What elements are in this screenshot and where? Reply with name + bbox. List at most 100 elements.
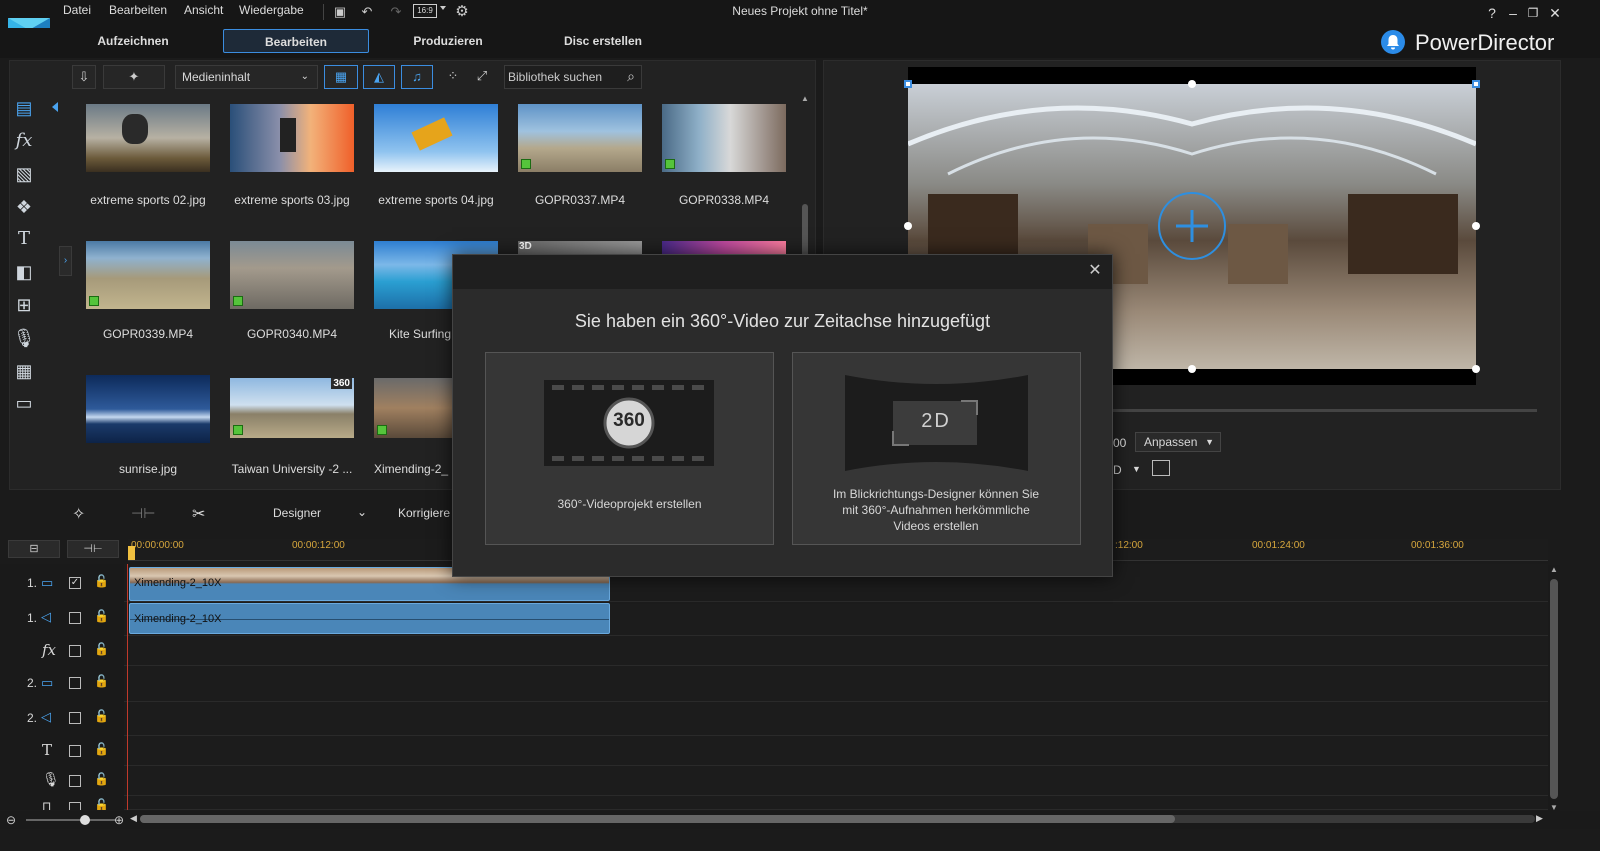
scroll-left-icon[interactable]: ◀ — [130, 813, 137, 824]
lock-icon[interactable]: 🔓 — [94, 674, 109, 688]
media-content-dropdown[interactable]: Medieninhalt ⌄ — [175, 65, 318, 89]
lock-icon[interactable]: 🔓 — [94, 642, 109, 656]
timeline-vertical-scroll-thumb[interactable] — [1550, 579, 1558, 799]
media-thumbnail[interactable] — [374, 378, 452, 438]
track-enable-checkbox[interactable] — [69, 745, 81, 757]
resize-handle[interactable] — [904, 222, 912, 230]
chevron-down-icon: ⌄ — [300, 71, 309, 82]
video-clip-badge-icon — [521, 159, 531, 169]
resize-handle[interactable] — [1188, 80, 1196, 88]
media-thumbnail[interactable] — [86, 375, 210, 443]
magic-tools-icon[interactable]: ✧ — [72, 504, 85, 524]
track-enable-checkbox[interactable] — [69, 775, 81, 787]
close-window-button[interactable]: ✕ — [1543, 2, 1567, 24]
media-name: Ximending-2_ — [374, 462, 449, 476]
ruler-tick: :12:00 — [1115, 540, 1143, 551]
chapter-room-icon[interactable]: ▦ — [12, 359, 36, 383]
scroll-right-icon[interactable]: ▶ — [1536, 813, 1543, 824]
lock-icon[interactable]: 🔓 — [94, 574, 109, 588]
track-enable-checkbox[interactable] — [69, 712, 81, 724]
tab-create-disc[interactable]: Disc erstellen — [535, 29, 671, 53]
media-thumbnail[interactable] — [662, 104, 786, 172]
zoom-fit-dropdown[interactable]: Anpassen ▼ — [1135, 432, 1221, 452]
resize-handle[interactable] — [904, 80, 912, 88]
title-room-icon[interactable]: T — [12, 227, 36, 251]
lock-icon[interactable]: 🔓 — [94, 709, 109, 723]
restore-button[interactable]: ❐ — [1521, 2, 1545, 24]
lock-icon[interactable]: 🔓 — [94, 609, 109, 623]
track-enable-checkbox[interactable] — [69, 677, 81, 689]
playback-seekbar[interactable] — [1113, 409, 1537, 412]
zoom-fit-value: Anpassen — [1144, 435, 1198, 449]
resize-handle[interactable] — [1472, 365, 1480, 373]
subtitle-room-icon[interactable]: ▭ — [12, 391, 36, 415]
transition-room-icon[interactable]: ◧ — [12, 260, 36, 284]
search-placeholder: Bibliothek suchen — [508, 70, 603, 84]
resize-handle[interactable] — [1472, 80, 1480, 88]
media-thumbnail[interactable] — [518, 104, 642, 172]
expand-panel-icon[interactable]: › — [59, 246, 72, 276]
filter-audio-icon[interactable]: ♫ — [401, 65, 433, 89]
zoom-in-icon[interactable]: ⊕ — [114, 813, 124, 827]
audio-mixing-icon[interactable]: ⊞ — [12, 293, 36, 317]
designer-button[interactable]: Designer — [273, 506, 321, 520]
track-title — [0, 736, 1548, 766]
playhead-marker-icon[interactable] — [128, 546, 135, 560]
chevron-down-icon[interactable]: ⌄ — [357, 505, 367, 519]
plugins-puzzle-icon[interactable]: ✦ — [103, 65, 165, 89]
media-thumbnail[interactable]: 360 — [230, 378, 354, 438]
import-media-icon[interactable]: ⇩ — [72, 65, 96, 89]
resize-handle[interactable] — [1472, 222, 1480, 230]
track-enable-checkbox[interactable]: ✓ — [69, 577, 81, 589]
audio-clip[interactable]: Ximending-2_10X — [129, 603, 610, 634]
zoom-slider[interactable] — [26, 819, 116, 821]
tab-capture[interactable]: Aufzeichnen — [65, 29, 201, 53]
media-thumbnail[interactable] — [230, 104, 354, 172]
correct-button[interactable]: Korrigiere — [398, 506, 450, 520]
scroll-up-icon[interactable]: ▲ — [1550, 565, 1558, 574]
track-enable-checkbox[interactable] — [69, 802, 81, 810]
library-search-input[interactable]: Bibliothek suchen ⌕ — [504, 65, 642, 89]
dialog-close-icon[interactable]: ✕ — [1087, 260, 1103, 280]
voice-over-microphone-icon[interactable]: 🎙 — [12, 326, 36, 350]
media-thumbnail[interactable] — [86, 104, 210, 172]
track-audio-2 — [0, 702, 1548, 736]
lock-icon[interactable]: 🔓 — [94, 742, 109, 756]
media-thumbnail[interactable] — [230, 241, 354, 309]
track-enable-checkbox[interactable] — [69, 645, 81, 657]
track-number: 2. — [27, 711, 38, 725]
filter-video-icon[interactable]: ▦ — [324, 65, 358, 89]
scissors-icon[interactable]: ✂ — [192, 504, 205, 524]
pip-objects-icon[interactable]: ▧ — [12, 162, 36, 186]
media-thumbnail[interactable] — [662, 241, 786, 255]
media-thumbnail[interactable] — [86, 241, 210, 309]
particles-icon[interactable]: ❖ — [12, 195, 36, 219]
split-icon[interactable]: ⊣⊢ — [131, 505, 155, 522]
grid-view-icon[interactable]: ⁘ — [441, 65, 465, 89]
media-thumbnail[interactable] — [374, 104, 498, 172]
timeline-vertical-scrollbar[interactable]: ▲ ▼ — [1548, 565, 1560, 815]
lock-icon[interactable]: 🔓 — [94, 772, 109, 786]
zoom-out-icon[interactable]: ⊖ — [6, 813, 16, 827]
media-thumbnail[interactable]: 3D — [518, 241, 642, 255]
dialog-title: Sie haben ein 360°-Video zur Zeitachse h… — [574, 311, 991, 331]
tab-edit[interactable]: Bearbeiten — [223, 29, 369, 53]
zoom-slider-handle[interactable] — [80, 815, 90, 825]
media-room-icon[interactable]: ▤ — [12, 96, 36, 120]
fit-timeline-button[interactable]: ⊣⊢ — [67, 540, 119, 558]
scroll-up-icon[interactable]: ▲ — [801, 94, 809, 103]
track-enable-checkbox[interactable] — [69, 612, 81, 624]
display-mode-arrow-icon[interactable]: ▼ — [1132, 464, 1141, 474]
resize-handle[interactable] — [1188, 365, 1196, 373]
timeline-horizontal-scroll-thumb[interactable] — [140, 815, 1175, 823]
fullscreen-expand-icon[interactable]: ⤢ — [470, 65, 494, 89]
filter-image-icon[interactable]: ◭ — [363, 65, 395, 89]
snapshot-icon[interactable] — [1152, 460, 1170, 476]
track-manager-button[interactable]: ⊟ — [8, 540, 60, 558]
lock-icon[interactable]: 🔓 — [94, 798, 109, 810]
tab-produce[interactable]: Produzieren — [380, 29, 516, 53]
timeline-horizontal-scrollbar[interactable] — [140, 815, 1535, 823]
notification-bell-icon[interactable] — [1381, 30, 1405, 54]
search-icon[interactable]: ⌕ — [627, 65, 635, 87]
fx-room-icon[interactable]: fx — [12, 129, 36, 153]
